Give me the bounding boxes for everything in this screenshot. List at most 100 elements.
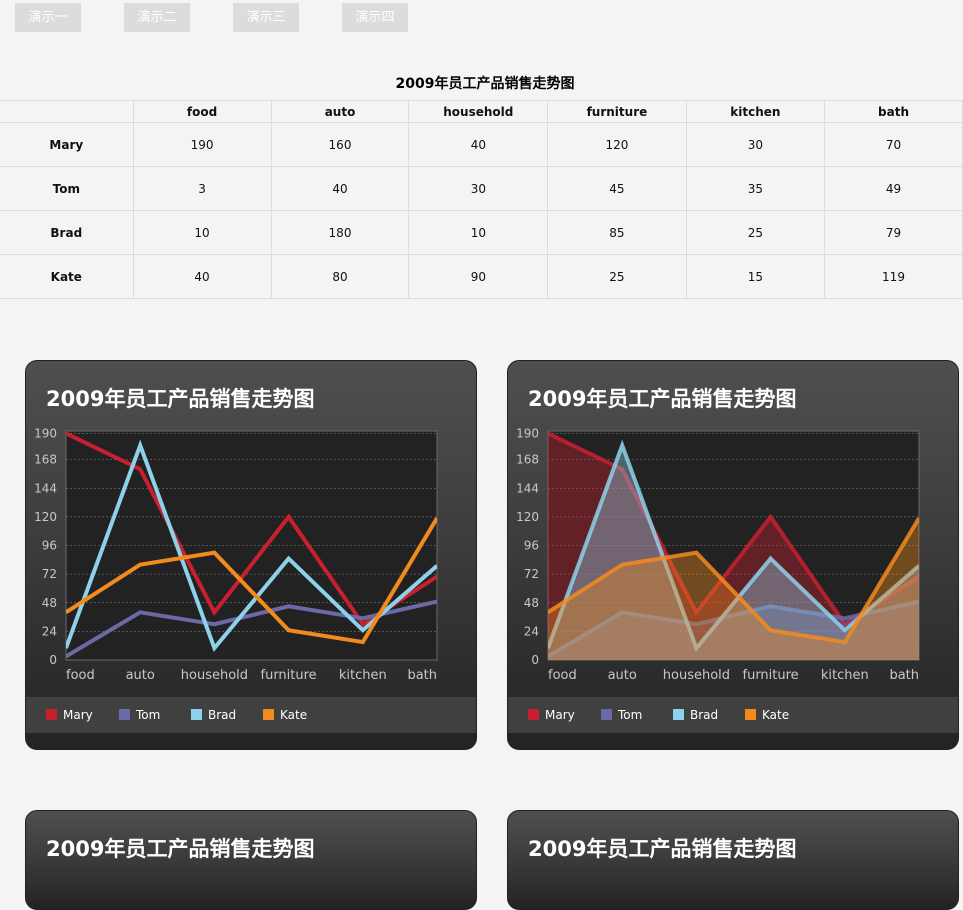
table-cell: 119 [824,254,963,299]
legend-label: Brad [208,708,237,722]
row-label: Mary [0,122,134,167]
y-tick-label: 144 [34,481,57,495]
x-tick-label: auto [126,668,155,683]
column-header: household [408,100,549,123]
x-tick-label: household [663,668,730,683]
table-title: 2009年员工产品销售走势图 [395,76,575,92]
chart-panel-line: 2009年员工产品销售走势图 0 24 48 72 96 120 144 168 190 food… [25,360,477,750]
x-tick-label: kitchen [821,668,869,683]
chart-title: 2009年员工产品销售走势图 [46,387,315,411]
table-cell: 40 [132,254,272,299]
table-cell: 120 [547,122,687,167]
x-tick-label: food [548,668,577,683]
table-cell: 10 [132,210,272,255]
table-cell: 49 [824,166,963,211]
x-tick-label: food [66,668,95,683]
legend-swatch [191,709,202,720]
legend-label: Mary [63,708,93,722]
x-tick-label: household [181,668,248,683]
table-cell: 45 [547,166,687,211]
row-label: Brad [0,210,134,255]
legend-item-mary[interactable]: Mary [46,697,93,733]
y-tick-label: 72 [42,567,57,581]
legend-item-kate[interactable]: Kate [745,697,789,733]
y-tick-label: 48 [42,596,57,610]
line-chart: 0 24 48 72 96 120 144 168 190 food auto household fu… [34,426,438,683]
table-row: Tom 3 40 30 45 35 49 [0,166,963,211]
table-cell: 85 [547,210,687,255]
table-cell: 160 [270,122,410,167]
legend-swatch [601,709,612,720]
column-header: auto [270,100,410,123]
legend-item-brad[interactable]: Brad [191,697,236,733]
legend-item-mary[interactable]: Mary [528,697,575,733]
legend-swatch [46,709,57,720]
demo-1-button[interactable]: 演示一 [15,3,81,32]
area-chart: 0 24 48 72 96 120 144 168 190 food auto household fu… [516,426,920,683]
row-label: Tom [0,166,134,211]
y-tick-label: 72 [524,567,539,581]
legend-item-brad[interactable]: Brad [673,697,718,733]
legend-label: Brad [690,708,719,722]
y-tick-label: 168 [516,453,539,467]
chart-legend: Mary Tom Brad Kate [26,697,476,733]
y-tick-label: 190 [516,426,539,440]
y-tick-label: 144 [516,481,539,495]
x-tick-label: furniture [261,668,317,683]
table-row: Brad 10 180 10 85 25 79 [0,210,963,255]
chart-panel-3: 2009年员工产品销售走势图 [25,810,477,910]
table-cell: 79 [824,210,963,255]
sales-table: food auto household furniture kitchen ba… [0,100,963,299]
table-cell: 80 [270,254,410,299]
y-tick-label: 0 [531,653,539,667]
chart-legend: Mary Tom Brad Kate [508,697,958,733]
table-cell: 3 [132,166,272,211]
table-cell: 40 [270,166,410,211]
row-label: Kate [0,254,134,299]
table-cell: 10 [408,210,549,255]
demo-3-button[interactable]: 演示三 [233,3,299,32]
table-cell: 30 [408,166,549,211]
demo-4-button[interactable]: 演示四 [342,3,408,32]
y-tick-label: 190 [34,426,57,440]
legend-swatch [263,709,274,720]
chart-title: 2009年员工产品销售走势图 [528,387,797,411]
legend-swatch [745,709,756,720]
column-header: food [132,100,272,123]
table-cell: 30 [685,122,826,167]
table-header-row: food auto household furniture kitchen ba… [0,100,963,123]
table-cell: 180 [270,210,410,255]
y-tick-label: 24 [524,624,539,638]
chart-panel-4: 2009年员工产品销售走势图 [507,810,959,910]
x-tick-label: bath [407,668,437,683]
chart-panel-area: 2009年员工产品销售走势图 0 24 48 72 96 120 144 168 190 food… [507,360,959,750]
y-tick-label: 48 [524,596,539,610]
legend-label: Mary [545,708,575,722]
y-tick-label: 120 [34,510,57,524]
x-tick-label: auto [608,668,637,683]
legend-label: Tom [136,708,161,722]
legend-item-kate[interactable]: Kate [263,697,307,733]
legend-item-tom[interactable]: Tom [119,697,160,733]
legend-label: Tom [618,708,643,722]
legend-swatch [673,709,684,720]
x-tick-label: bath [889,668,919,683]
table-cell: 35 [685,166,826,211]
legend-swatch [528,709,539,720]
table-cell: 15 [685,254,826,299]
chart-title: 2009年员工产品销售走势图 [528,837,797,861]
table-cell: 25 [685,210,826,255]
y-tick-label: 24 [42,624,57,638]
y-tick-label: 96 [524,539,539,553]
table-cell: 90 [408,254,549,299]
column-header: kitchen [685,100,826,123]
demo-2-button[interactable]: 演示二 [124,3,190,32]
column-header: furniture [547,100,687,123]
table-cell: 190 [132,122,272,167]
table-row: Mary 190 160 40 120 30 70 [0,122,963,167]
table-corner-cell [0,100,134,123]
chart-title: 2009年员工产品销售走势图 [46,837,315,861]
table-cell: 25 [547,254,687,299]
table-row: Kate 40 80 90 25 15 119 [0,254,963,299]
legend-item-tom[interactable]: Tom [601,697,642,733]
